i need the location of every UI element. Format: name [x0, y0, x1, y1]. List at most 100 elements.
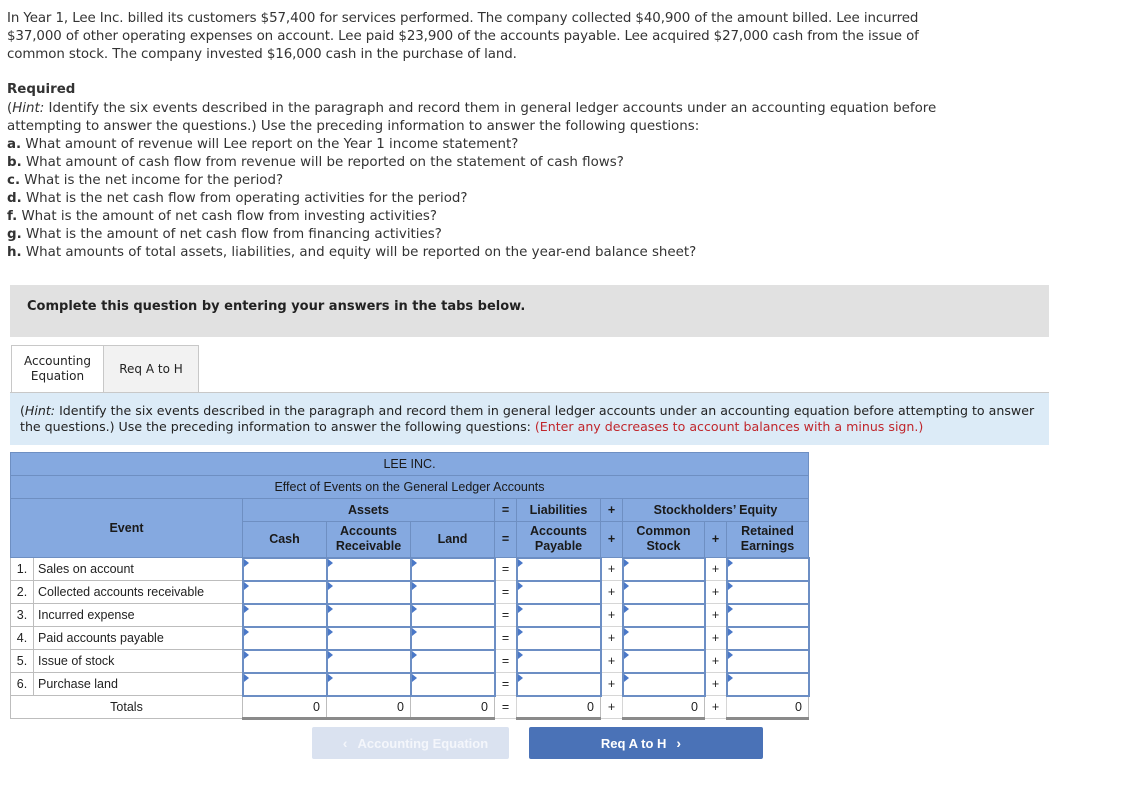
- accounts-payable-input[interactable]: [515, 625, 602, 651]
- event-label: Incurred expense: [33, 603, 243, 627]
- retained-earnings-input[interactable]: [725, 648, 810, 674]
- land-input[interactable]: [409, 648, 496, 674]
- equals-sign: =: [494, 521, 517, 558]
- plus-sign: +: [600, 498, 623, 522]
- question-item: c. What is the net income for the period…: [7, 173, 284, 188]
- plus-sign: +: [704, 603, 727, 627]
- plus-sign: +: [704, 649, 727, 673]
- accounts-payable-input[interactable]: [515, 602, 602, 628]
- land-input[interactable]: [409, 602, 496, 628]
- retained-earnings-input[interactable]: [725, 625, 810, 651]
- plus-sign: +: [704, 672, 727, 696]
- cash-input[interactable]: [241, 671, 328, 697]
- cash-input[interactable]: [241, 648, 328, 674]
- question-item: d. What is the net cash flow from operat…: [7, 191, 468, 206]
- common-stock-input[interactable]: [621, 602, 706, 628]
- col-land: Land: [410, 521, 495, 558]
- accounts-receivable-input[interactable]: [325, 625, 412, 651]
- hint-label: Hint:: [12, 101, 45, 116]
- retained-earnings-input[interactable]: [725, 556, 810, 582]
- hint-text: Identify the six events described in the…: [7, 101, 937, 134]
- retained-earnings-input[interactable]: [725, 579, 810, 605]
- cash-input[interactable]: [241, 556, 328, 582]
- equals-sign: =: [494, 672, 517, 696]
- totals-row: Totals 0 0 0 = 0 + 0 + 0: [10, 695, 809, 720]
- common-stock-input[interactable]: [621, 625, 706, 651]
- cash-input[interactable]: [241, 625, 328, 651]
- plus-sign: +: [600, 672, 623, 696]
- common-stock-input[interactable]: [621, 579, 706, 605]
- plus-sign: +: [600, 649, 623, 673]
- table-row: 2. Collected accounts receivable = + +: [10, 579, 810, 605]
- next-tab-button[interactable]: Req A to H ›: [529, 727, 763, 759]
- event-header: Event: [10, 498, 243, 558]
- required-heading: Required: [7, 82, 76, 97]
- land-input[interactable]: [409, 579, 496, 605]
- event-label: Sales on account: [33, 557, 243, 581]
- equals-sign: =: [494, 695, 517, 719]
- accounts-receivable-input[interactable]: [325, 648, 412, 674]
- next-tab-label: Req A to H: [600, 735, 667, 751]
- retained-earnings-input[interactable]: [725, 671, 810, 697]
- ledger-table: LEE INC. Effect of Events on the General…: [10, 452, 810, 720]
- event-number: 5.: [10, 649, 34, 673]
- col-accounts-payable: Accounts Payable: [516, 521, 601, 558]
- retained-earnings-input[interactable]: [725, 602, 810, 628]
- col-cash: Cash: [242, 521, 327, 558]
- assets-header: Assets: [242, 498, 495, 522]
- event-number: 3.: [10, 603, 34, 627]
- cash-input[interactable]: [241, 602, 328, 628]
- liabilities-header: Liabilities: [516, 498, 601, 522]
- table-row: 5. Issue of stock = + +: [10, 648, 810, 674]
- table-row: 6. Purchase land = + +: [10, 671, 810, 697]
- table-subtitle: Effect of Events on the General Ledger A…: [10, 475, 809, 499]
- prev-tab-button[interactable]: ‹ Accounting Equation: [312, 727, 509, 759]
- total-common-stock: 0: [622, 695, 705, 720]
- table-row: 4. Paid accounts payable = + +: [10, 625, 810, 651]
- accounts-payable-input[interactable]: [515, 579, 602, 605]
- accounts-receivable-input[interactable]: [325, 579, 412, 605]
- land-input[interactable]: [409, 625, 496, 651]
- company-name: LEE INC.: [10, 452, 809, 476]
- total-accounts-receivable: 0: [326, 695, 411, 720]
- question-item: f. What is the amount of net cash flow f…: [7, 209, 437, 224]
- plus-sign: +: [600, 557, 623, 581]
- common-stock-input[interactable]: [621, 671, 706, 697]
- accounts-payable-input[interactable]: [515, 671, 602, 697]
- plus-sign: +: [704, 580, 727, 604]
- question-item: a. What amount of revenue will Lee repor…: [7, 137, 519, 152]
- tab-req-a-to-h[interactable]: Req A to H: [103, 345, 199, 392]
- problem-statement: In Year 1, Lee Inc. billed its customers…: [7, 10, 937, 64]
- event-number: 4.: [10, 626, 34, 650]
- minus-sign-note: (Enter any decreases to account balances…: [534, 419, 924, 434]
- land-input[interactable]: [409, 671, 496, 697]
- question-item: h. What amounts of total assets, liabili…: [7, 245, 697, 260]
- cash-input[interactable]: [241, 579, 328, 605]
- event-label: Collected accounts receivable: [33, 580, 243, 604]
- equals-sign: =: [494, 557, 517, 581]
- table-row: 1. Sales on account = + +: [10, 556, 810, 582]
- accounts-payable-input[interactable]: [515, 556, 602, 582]
- plus-sign: +: [600, 626, 623, 650]
- land-input[interactable]: [409, 556, 496, 582]
- common-stock-input[interactable]: [621, 648, 706, 674]
- accounts-receivable-input[interactable]: [325, 556, 412, 582]
- question-item: g. What is the amount of net cash flow f…: [7, 227, 442, 242]
- event-label: Paid accounts payable: [33, 626, 243, 650]
- table-row: 3. Incurred expense = + +: [10, 602, 810, 628]
- total-cash: 0: [242, 695, 327, 720]
- tab-accounting-equation[interactable]: Accounting Equation: [11, 345, 104, 392]
- totals-label: Totals: [10, 695, 243, 719]
- accounts-payable-input[interactable]: [515, 648, 602, 674]
- question-item: b. What amount of cash flow from revenue…: [7, 155, 624, 170]
- banner-text: Complete this question by entering your …: [27, 299, 526, 314]
- equals-sign: =: [494, 626, 517, 650]
- event-number: 1.: [10, 557, 34, 581]
- plus-sign: +: [600, 580, 623, 604]
- tab-hint-box: (Hint: Identify the six events described…: [10, 393, 1049, 445]
- accounts-receivable-input[interactable]: [325, 602, 412, 628]
- accounts-receivable-input[interactable]: [325, 671, 412, 697]
- common-stock-input[interactable]: [621, 556, 706, 582]
- event-label: Issue of stock: [33, 649, 243, 673]
- event-number: 6.: [10, 672, 34, 696]
